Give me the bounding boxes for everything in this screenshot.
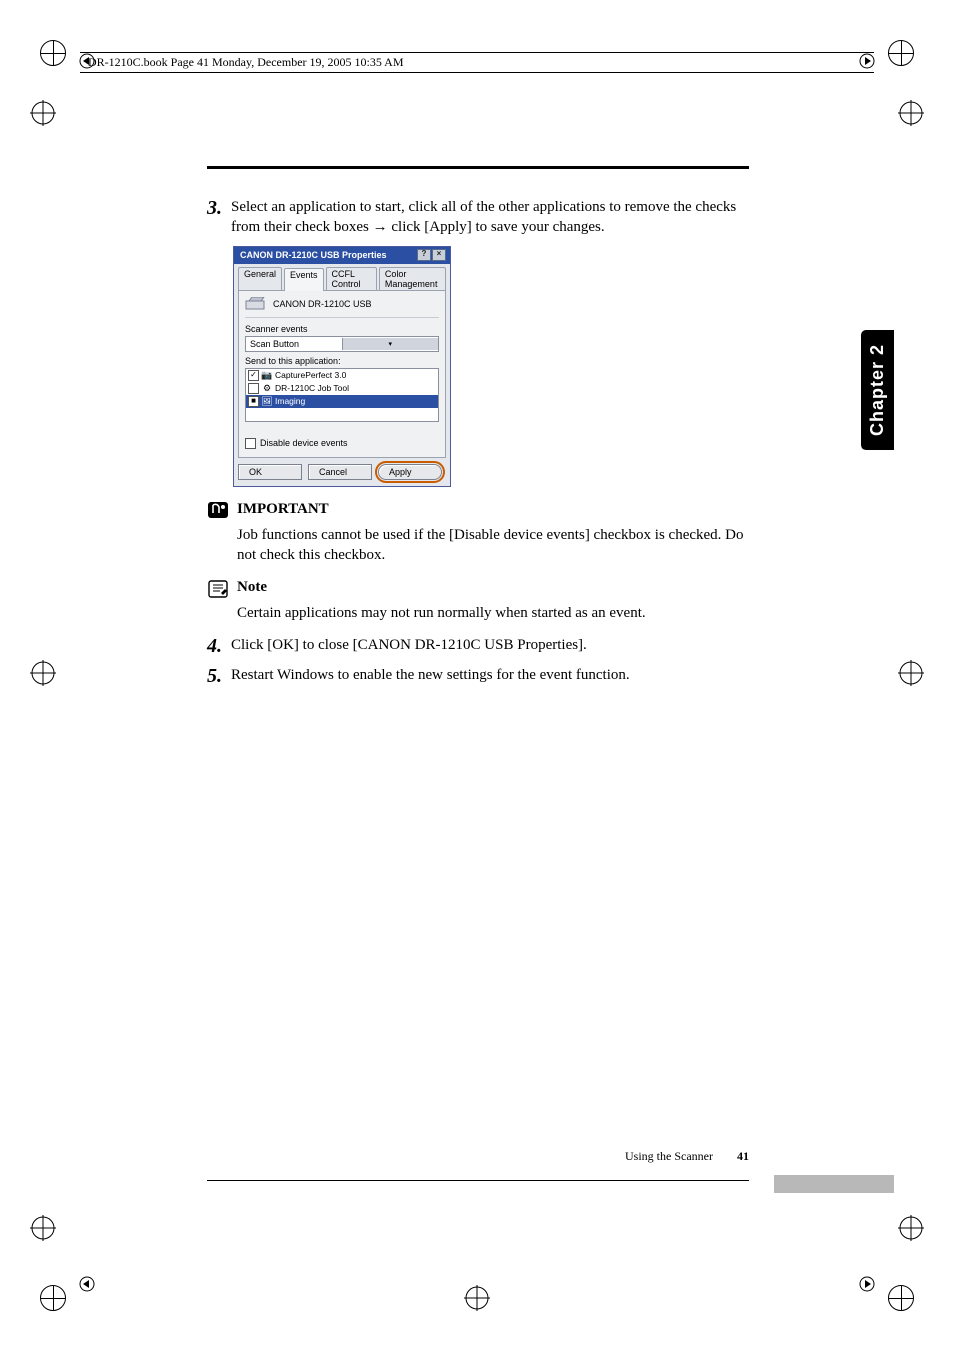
scanner-events-value: Scan Button (246, 339, 342, 349)
running-head-text: DR-1210C.book Page 41 Monday, December 1… (88, 55, 404, 69)
dialog-close-button[interactable]: × (432, 249, 446, 261)
scanner-events-label: Scanner events (245, 324, 439, 334)
page-footer: Using the Scanner 41 (207, 1149, 749, 1181)
tab-ccfl[interactable]: CCFL Control (326, 267, 377, 290)
dialog-tabs: General Events CCFL Control Color Manage… (238, 267, 446, 290)
content-area: 3. Select an application to start, click… (207, 166, 749, 1181)
step-3: 3. Select an application to start, click… (207, 197, 749, 238)
note-body: Certain applications may not run normall… (237, 603, 749, 623)
list-item[interactable]: ■ 🖼 Imaging (246, 395, 438, 408)
apply-button[interactable]: Apply (378, 464, 442, 480)
dialog-titlebar: CANON DR-1210C USB Properties ? × (234, 247, 450, 264)
cross-mark-icon (464, 1285, 490, 1311)
step-text: Click [OK] to close [CANON DR-1210C USB … (231, 635, 749, 657)
application-listbox[interactable]: ✓ 📷 CapturePerfect 3.0 ⚙ DR-1210C Job To… (245, 368, 439, 422)
app-icon: 🖼 (262, 396, 272, 406)
arrow-icon (858, 1275, 876, 1293)
cross-mark-icon (30, 660, 56, 686)
cross-mark-icon (898, 660, 924, 686)
dialog-title-text: CANON DR-1210C USB Properties (240, 250, 387, 260)
cross-mark-icon (30, 100, 56, 126)
ok-button[interactable]: OK (238, 464, 302, 480)
chapter-tab-label: Chapter 2 (867, 344, 887, 436)
tab-events[interactable]: Events (284, 268, 324, 291)
running-head: DR-1210C.book Page 41 Monday, December 1… (80, 52, 874, 73)
registration-mark-icon (40, 40, 66, 66)
note-callout: Note (207, 579, 749, 599)
cross-mark-icon (30, 1215, 56, 1241)
step-text: Select an application to start, click al… (231, 197, 749, 238)
list-item-label: DR-1210C Job Tool (275, 383, 349, 393)
registration-mark-icon (40, 1285, 66, 1311)
note-icon (207, 579, 229, 599)
dialog-button-row: OK Cancel Apply (238, 458, 446, 480)
list-item-label: Imaging (275, 396, 305, 406)
list-item-label: CapturePerfect 3.0 (275, 370, 346, 380)
step-4: 4. Click [OK] to close [CANON DR-1210C U… (207, 635, 749, 657)
list-item[interactable]: ✓ 📷 CapturePerfect 3.0 (246, 369, 438, 382)
scanner-events-dropdown[interactable]: Scan Button ▾ (245, 336, 439, 352)
footer-rule (207, 1180, 749, 1181)
list-item[interactable]: ⚙ DR-1210C Job Tool (246, 382, 438, 395)
chevron-down-icon: ▾ (342, 338, 439, 350)
important-body: Job functions cannot be used if the [Dis… (237, 525, 749, 566)
important-icon (207, 501, 229, 521)
disable-events-row: Disable device events (245, 438, 439, 449)
app-icon: ⚙ (262, 383, 272, 393)
step-number: 4. (207, 635, 231, 657)
cancel-button[interactable]: Cancel (308, 464, 372, 480)
scanner-icon (245, 297, 267, 311)
step-text: Restart Windows to enable the new settin… (231, 665, 749, 687)
checkbox-icon[interactable] (248, 383, 259, 394)
page-number: 41 (737, 1149, 749, 1164)
send-to-group: Send to this application: ✓ 📷 CapturePer… (245, 356, 439, 422)
scanner-events-group: Scanner events Scan Button ▾ (245, 324, 439, 352)
disable-events-checkbox[interactable] (245, 438, 256, 449)
properties-dialog: CANON DR-1210C USB Properties ? × Genera… (233, 246, 451, 487)
registration-mark-icon (888, 1285, 914, 1311)
dialog-help-button[interactable]: ? (417, 249, 431, 261)
important-title: IMPORTANT (237, 501, 329, 521)
send-to-label: Send to this application: (245, 356, 439, 366)
checkbox-icon[interactable]: ✓ (248, 370, 259, 381)
disable-events-label: Disable device events (260, 438, 348, 448)
tab-panel: CANON DR-1210C USB Scanner events Scan B… (238, 290, 446, 458)
section-rule (207, 166, 749, 169)
dialog-body: General Events CCFL Control Color Manage… (234, 264, 450, 486)
app-icon: 📷 (262, 370, 272, 380)
important-callout: IMPORTANT (207, 501, 749, 521)
step-number: 5. (207, 665, 231, 687)
registration-mark-icon (888, 40, 914, 66)
step-5: 5. Restart Windows to enable the new set… (207, 665, 749, 687)
device-row: CANON DR-1210C USB (245, 297, 439, 318)
footer-accent-bar (774, 1175, 894, 1193)
cross-mark-icon (898, 100, 924, 126)
arrow-icon (78, 1275, 96, 1293)
device-name: CANON DR-1210C USB (273, 299, 372, 309)
step-number: 3. (207, 197, 231, 238)
cross-mark-icon (898, 1215, 924, 1241)
footer-section: Using the Scanner (625, 1149, 713, 1164)
tab-color-management[interactable]: Color Management (379, 267, 446, 290)
checkbox-icon[interactable]: ■ (248, 396, 259, 407)
note-title: Note (237, 579, 267, 599)
tab-general[interactable]: General (238, 267, 282, 290)
chapter-tab: Chapter 2 (861, 330, 894, 450)
